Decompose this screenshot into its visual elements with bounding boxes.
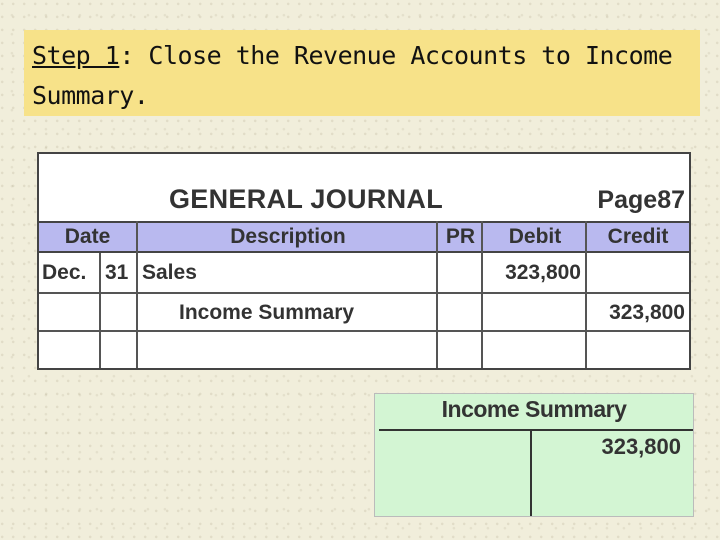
header-pr: PR bbox=[445, 225, 476, 248]
grid-line bbox=[481, 221, 483, 368]
row1-day: 31 bbox=[105, 261, 129, 284]
header-credit: Credit bbox=[607, 225, 669, 248]
header-debit: Debit bbox=[508, 225, 562, 248]
income-summary-t-account: Income Summary 323,800 bbox=[374, 393, 694, 517]
row1-description: Sales bbox=[142, 261, 197, 284]
journal-title: GENERAL JOURNAL bbox=[169, 184, 444, 214]
grid-line bbox=[136, 221, 138, 368]
ledger-title: Income Summary bbox=[441, 396, 627, 422]
t-account-line bbox=[530, 430, 532, 516]
slide-title-text: : Close the Revenue Accounts to Income S… bbox=[32, 41, 673, 110]
journal-page-number: 87 bbox=[657, 186, 685, 214]
grid-line bbox=[99, 292, 101, 368]
grid-line bbox=[436, 221, 438, 368]
row1-debit: 323,800 bbox=[505, 261, 581, 284]
ledger-credit: 323,800 bbox=[601, 434, 681, 459]
row2-credit: 323,800 bbox=[609, 301, 685, 324]
header-date: Date bbox=[64, 225, 111, 248]
slide-title: Step 1: Close the Revenue Accounts to In… bbox=[24, 30, 700, 116]
header-description: Description bbox=[230, 225, 346, 248]
grid-line bbox=[585, 221, 587, 368]
t-account-line bbox=[379, 429, 693, 431]
general-journal: GENERAL JOURNAL Page87 Date Description … bbox=[37, 152, 691, 370]
row2-description: Income Summary bbox=[179, 301, 355, 324]
journal-page-label: Page bbox=[597, 186, 658, 214]
row1-month: Dec. bbox=[42, 261, 87, 284]
grid-line bbox=[99, 253, 101, 292]
journal-page: Page87 bbox=[597, 186, 685, 215]
slide-title-step: Step 1 bbox=[32, 41, 120, 70]
